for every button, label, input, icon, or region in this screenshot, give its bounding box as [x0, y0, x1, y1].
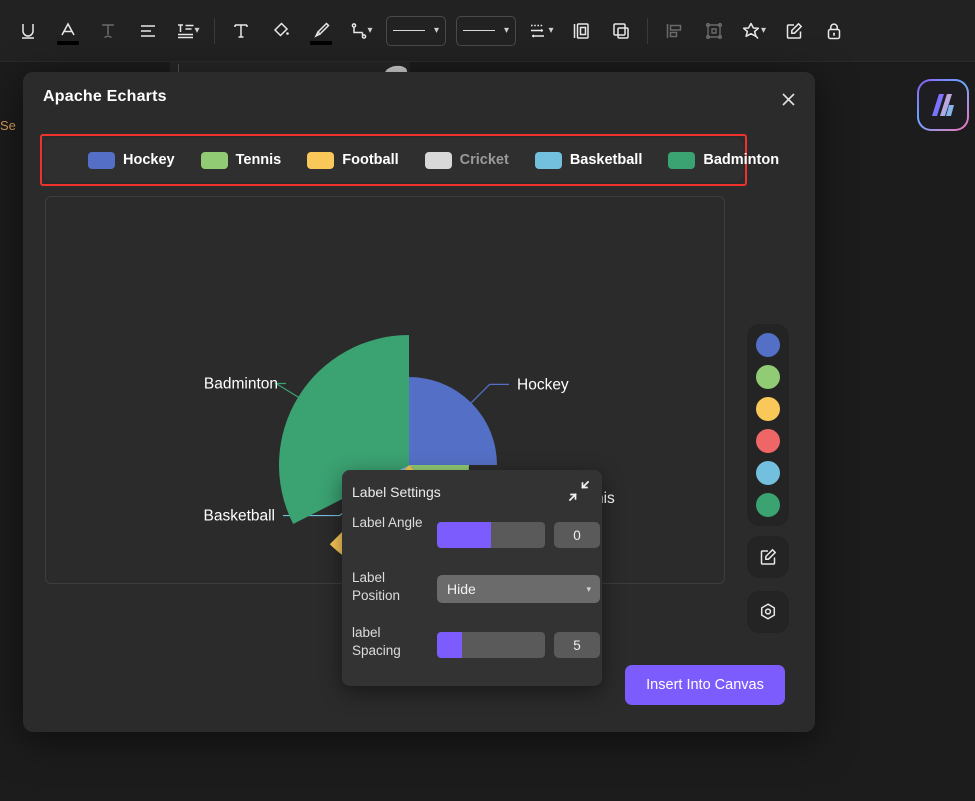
- legend-item-label: Cricket: [459, 152, 509, 168]
- legend-swatch-icon: [307, 151, 335, 169]
- legend-highlight-box: Hockey Tennis Football Cricket Basketball Bad…: [40, 134, 779, 186]
- chevron-down-icon: ▾: [194, 24, 200, 36]
- edit-chart-button[interactable]: [747, 536, 789, 578]
- legend-item-badminton[interactable]: Badminton: [668, 151, 780, 169]
- underline-icon[interactable]: [8, 11, 48, 51]
- insert-into-canvas-button[interactable]: Insert Into Canvas: [625, 665, 785, 705]
- modal-title: Apache Echarts: [43, 88, 167, 105]
- label-settings-panel: Label Settings Label Angle 0 Label Posit…: [342, 470, 602, 686]
- toolbar-separator: [214, 17, 215, 44]
- collapse-arrows-icon[interactable]: [568, 480, 590, 502]
- chevron-down-icon: ▾: [503, 25, 509, 36]
- brush-color-swatch: [310, 40, 332, 45]
- arrow-style-icon[interactable]: ▾: [521, 11, 561, 51]
- text-indent-icon[interactable]: ▾: [168, 11, 208, 51]
- label-position-select[interactable]: Hide ▾: [437, 575, 600, 603]
- chart-settings-button[interactable]: [747, 591, 789, 633]
- legend-item-label: Football: [342, 152, 399, 168]
- label-position-label: Label Position: [352, 570, 401, 603]
- legend-item-football[interactable]: Football: [307, 151, 399, 169]
- canvas-partial-text: Se: [0, 118, 16, 133]
- top-toolbar: ▾ ▾ ▾ ▾ ▾ ▾: [0, 0, 975, 62]
- bring-forward-icon[interactable]: [601, 11, 641, 51]
- slider-fill: [437, 632, 462, 658]
- toolbar-separator: [647, 17, 648, 44]
- lock-icon[interactable]: [814, 11, 854, 51]
- slider-fill: [437, 522, 491, 548]
- label-position-row: Label Position Hide ▾: [352, 569, 600, 615]
- pie-label-basketball: Basketball: [203, 508, 275, 525]
- legend-item-label: Badminton: [703, 152, 780, 168]
- legend-item-hockey[interactable]: Hockey: [88, 151, 175, 169]
- legend-swatch-icon: [424, 151, 452, 169]
- legend-item-tennis[interactable]: Tennis: [200, 151, 282, 169]
- palette-dot-1[interactable]: [756, 365, 780, 389]
- line-preview: [393, 29, 425, 32]
- insert-into-canvas-label: Insert Into Canvas: [646, 677, 764, 693]
- legend-swatch-icon: [534, 151, 562, 169]
- connector-route-icon[interactable]: ▾: [341, 11, 381, 51]
- pie-label-hockey: Hockey: [517, 376, 569, 393]
- label-spacing-label: label Spacing: [352, 625, 401, 658]
- fill-bucket-icon[interactable]: [261, 11, 301, 51]
- chart-legend: Hockey Tennis Football Cricket Basketball Bad…: [44, 138, 779, 182]
- settings-hexagon-icon: [760, 603, 776, 620]
- align-objects-icon[interactable]: [654, 11, 694, 51]
- app-root: Se ▾ ▾ ▾ ▾ ▾ ▾ Apache Echarts Hockey Ten…: [0, 0, 975, 801]
- label-angle-row: Label Angle 0: [352, 514, 600, 560]
- app-logo-badge[interactable]: [917, 79, 969, 131]
- palette-dot-3[interactable]: [756, 429, 780, 453]
- color-palette-rail: [747, 324, 789, 526]
- label-spacing-value[interactable]: 5: [554, 632, 600, 658]
- pie-label-line-hockey: [468, 383, 509, 406]
- pie-label-line-badminton: [273, 382, 303, 401]
- font-color-icon[interactable]: [48, 11, 88, 51]
- legend-item-label: Basketball: [569, 152, 643, 168]
- legend-item-cricket[interactable]: Cricket: [424, 151, 509, 169]
- edit-pencil-square-icon: [760, 548, 777, 565]
- chevron-down-icon: ▾: [367, 24, 373, 36]
- palette-dot-2[interactable]: [756, 397, 780, 421]
- brush-icon[interactable]: [301, 11, 341, 51]
- label-spacing-slider[interactable]: [437, 632, 545, 658]
- label-position-value: Hide: [447, 581, 476, 597]
- legend-swatch-icon: [200, 151, 228, 169]
- app-logo-inner: [919, 81, 967, 129]
- palette-dot-0[interactable]: [756, 333, 780, 357]
- align-text-icon[interactable]: [128, 11, 168, 51]
- pie-label-badminton: Badminton: [204, 375, 278, 392]
- palette-dot-5[interactable]: [756, 493, 780, 517]
- chevron-down-icon: ▾: [433, 25, 439, 36]
- palette-dot-4[interactable]: [756, 461, 780, 485]
- legend-swatch-icon: [668, 151, 696, 169]
- send-backward-icon[interactable]: [561, 11, 601, 51]
- font-color-swatch: [57, 40, 79, 45]
- legend-item-label: Tennis: [235, 152, 282, 168]
- legend-item-label: Hockey: [123, 152, 175, 168]
- label-angle-slider[interactable]: [437, 522, 545, 548]
- line-preview: [463, 29, 495, 32]
- text-tool-icon[interactable]: [221, 11, 261, 51]
- label-angle-label: Label Angle: [352, 515, 423, 530]
- legend-swatch-icon: [88, 151, 115, 169]
- strikethrough-text-icon[interactable]: [88, 11, 128, 51]
- label-spacing-row: label Spacing 5: [352, 624, 600, 670]
- chevron-down-icon: ▾: [548, 24, 554, 36]
- chevron-down-icon: ▾: [760, 24, 767, 36]
- edit-pencil-square-icon[interactable]: [774, 11, 814, 51]
- magic-star-icon[interactable]: ▾: [734, 11, 774, 51]
- legend-item-basketball[interactable]: Basketball: [534, 151, 643, 169]
- transform-frame-icon[interactable]: [694, 11, 734, 51]
- line-style-select[interactable]: ▾: [386, 15, 446, 46]
- line-weight-select[interactable]: ▾: [456, 15, 516, 46]
- label-settings-heading: Label Settings: [352, 484, 441, 500]
- chevron-down-icon: ▾: [586, 584, 591, 594]
- logo-mark-icon: [932, 94, 954, 116]
- label-angle-value[interactable]: 0: [554, 522, 600, 548]
- close-icon[interactable]: [775, 86, 801, 112]
